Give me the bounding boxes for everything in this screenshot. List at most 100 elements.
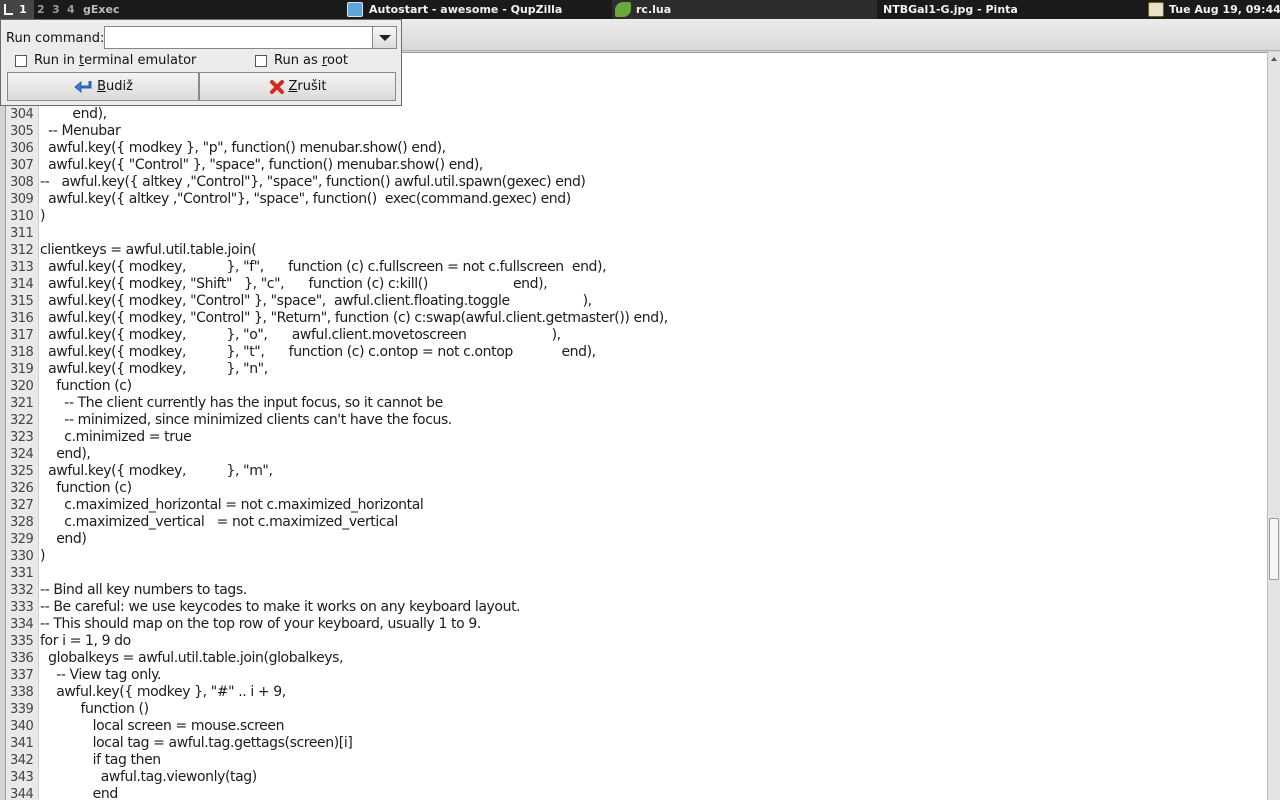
code-line[interactable]: 320 function (c) <box>6 378 1267 395</box>
code-line[interactable]: 308 -- awful.key({ altkey ,"Control"}, "s… <box>6 174 1267 191</box>
terminal-checkbox[interactable] <box>15 55 27 67</box>
line-text[interactable]: end), <box>40 106 107 123</box>
code-line[interactable]: 327 c.maximized_horizontal = not c.maxim… <box>6 497 1267 514</box>
line-text[interactable]: if tag then <box>40 752 162 769</box>
code-editor[interactable]: 304 end), 305 -- Menubar 306 awful.key({ m… <box>5 52 1267 800</box>
code-line[interactable]: 312 clientkeys = awful.util.table.join( <box>6 242 1267 259</box>
code-line[interactable]: 318 awful.key({ modkey, }, "t", function… <box>6 344 1267 361</box>
line-text[interactable]: clientkeys = awful.util.table.join( <box>40 242 257 259</box>
code-line[interactable]: 321 -- The client currently has the inpu… <box>6 395 1267 412</box>
code-line[interactable]: 306 awful.key({ modkey }, "p", function(… <box>6 140 1267 157</box>
line-text[interactable]: -- minimized, since minimized clients ca… <box>40 412 452 429</box>
line-text[interactable]: -- View tag only. <box>40 667 161 684</box>
line-text[interactable]: awful.key({ modkey, }, "n", <box>40 361 268 378</box>
line-text[interactable]: awful.key({ "Control" }, "space", functi… <box>40 157 483 174</box>
code-line[interactable]: 328 c.maximized_vertical = not c.maximiz… <box>6 514 1267 531</box>
line-text[interactable]: local tag = awful.tag.gettags(screen)[i] <box>40 735 353 752</box>
clock[interactable]: Tue Aug 19, 09:44 <box>1169 0 1280 19</box>
code-line[interactable]: 344 end <box>6 786 1267 800</box>
code-line[interactable]: 329 end) <box>6 531 1267 548</box>
line-text[interactable]: globalkeys = awful.util.table.join(globa… <box>40 650 343 667</box>
code-line[interactable]: 342 if tag then <box>6 752 1267 769</box>
code-line[interactable]: 339 function () <box>6 701 1267 718</box>
code-line[interactable]: 343 awful.tag.viewonly(tag) <box>6 769 1267 786</box>
line-text[interactable]: c.minimized = true <box>40 429 191 446</box>
code-line[interactable]: 314 awful.key({ modkey, "Shift" }, "c", … <box>6 276 1267 293</box>
line-text[interactable]: awful.key({ modkey, }, "o", awful.client… <box>40 327 561 344</box>
code-line[interactable]: 304 end), <box>6 106 1267 123</box>
line-text[interactable]: local screen = mouse.screen <box>40 718 285 735</box>
line-text[interactable]: -- This should map on the top row of you… <box>40 616 481 633</box>
line-text[interactable]: awful.key({ modkey, }, "m", <box>40 463 273 480</box>
line-text[interactable]: end <box>40 786 119 800</box>
code-line[interactable]: 333 -- Be careful: we use keycodes to mak… <box>6 599 1267 616</box>
task-qupzilla[interactable]: Autostart - awesome - QupZilla <box>345 0 610 19</box>
code-line[interactable]: 319 awful.key({ modkey, }, "n", <box>6 361 1267 378</box>
line-text[interactable]: -- awful.key({ altkey ,"Control"}, "spac… <box>40 174 586 191</box>
task-rc-lua[interactable]: rc.lua <box>612 0 877 19</box>
code-line[interactable]: 315 awful.key({ modkey, "Control" }, "sp… <box>6 293 1267 310</box>
code-line[interactable]: 330) <box>6 548 1267 565</box>
line-text[interactable]: -- Menubar <box>40 123 121 140</box>
code-line[interactable]: 337 -- View tag only. <box>6 667 1267 684</box>
line-text[interactable]: awful.key({ altkey ,"Control"}, "space",… <box>40 191 571 208</box>
line-text[interactable]: awful.key({ modkey }, "p", function() me… <box>40 140 446 157</box>
code-line[interactable]: 338 awful.key({ modkey }, "#" .. i + 9, <box>6 684 1267 701</box>
code-line[interactable]: 336 globalkeys = awful.util.table.join(g… <box>6 650 1267 667</box>
terminal-checkbox-label[interactable]: Run in terminal emulator <box>34 53 196 68</box>
code-line[interactable]: 323 c.minimized = true <box>6 429 1267 446</box>
cancel-button[interactable]: Zrušit <box>199 72 396 101</box>
line-text[interactable]: ) <box>40 548 45 565</box>
root-checkbox[interactable] <box>255 55 267 67</box>
line-text[interactable]: end), <box>40 446 91 463</box>
line-text[interactable]: awful.key({ modkey, "Control" }, "Return… <box>40 310 668 327</box>
code-line[interactable]: 340 local screen = mouse.screen <box>6 718 1267 735</box>
line-text[interactable]: for i = 1, 9 do <box>40 633 131 650</box>
code-line[interactable]: 316 awful.key({ modkey, "Control" }, "Re… <box>6 310 1267 327</box>
line-text[interactable]: function (c) <box>40 480 132 497</box>
line-text[interactable]: ) <box>40 208 45 225</box>
line-text[interactable]: function () <box>40 701 150 718</box>
tag-2[interactable]: 2 <box>37 0 47 19</box>
line-text[interactable]: function (c) <box>40 378 132 395</box>
code-line[interactable]: 313 awful.key({ modkey, }, "f", function… <box>6 259 1267 276</box>
pinta-icon[interactable] <box>1148 2 1164 17</box>
line-text[interactable]: awful.key({ modkey, "Control" }, "space"… <box>40 293 592 310</box>
ok-button[interactable]: Budiž <box>7 72 199 101</box>
line-text[interactable]: -- Be careful: we use keycodes to make i… <box>40 599 521 616</box>
line-text[interactable]: awful.key({ modkey }, "#" .. i + 9, <box>40 684 286 701</box>
code-line[interactable]: 326 function (c) <box>6 480 1267 497</box>
line-text[interactable]: awful.key({ modkey, }, "f", function (c)… <box>40 259 606 276</box>
vertical-scrollbar[interactable] <box>1267 52 1280 800</box>
tag-4[interactable]: 4 <box>67 0 77 19</box>
line-text[interactable]: c.maximized_vertical = not c.maximized_v… <box>40 514 398 531</box>
code-line[interactable]: 322 -- minimized, since minimized client… <box>6 412 1267 429</box>
root-checkbox-label[interactable]: Run as root <box>274 53 348 68</box>
tag-3[interactable]: 3 <box>52 0 62 19</box>
code-line[interactable]: 341 local tag = awful.tag.gettags(screen… <box>6 735 1267 752</box>
line-text[interactable]: end) <box>40 531 87 548</box>
line-text[interactable]: c.maximized_horizontal = not c.maximized… <box>40 497 424 514</box>
code-line[interactable]: 310) <box>6 208 1267 225</box>
code-line[interactable]: 332 -- Bind all key numbers to tags. <box>6 582 1267 599</box>
tag-1[interactable]: 1 <box>0 0 34 19</box>
line-text[interactable]: awful.key({ modkey, }, "t", function (c)… <box>40 344 596 361</box>
code-line[interactable]: 309 awful.key({ altkey ,"Control"}, "spa… <box>6 191 1267 208</box>
code-line[interactable]: 331 <box>6 565 1267 582</box>
line-text[interactable]: awful.tag.viewonly(tag) <box>40 769 258 786</box>
code-line[interactable]: 335 for i = 1, 9 do <box>6 633 1267 650</box>
code-line[interactable]: 305 -- Menubar <box>6 123 1267 140</box>
code-line[interactable]: 307 awful.key({ "Control" }, "space", fu… <box>6 157 1267 174</box>
task-pinta[interactable]: NTBGal1-G.jpg - Pinta <box>879 0 1144 19</box>
code-line[interactable]: 324 end), <box>6 446 1267 463</box>
command-input[interactable] <box>104 26 373 49</box>
line-text[interactable]: -- Bind all key numbers to tags. <box>40 582 247 599</box>
scrollbar-thumb[interactable] <box>1269 518 1279 580</box>
code-line[interactable]: 317 awful.key({ modkey, }, "o", awful.cl… <box>6 327 1267 344</box>
code-line[interactable]: 311 <box>6 225 1267 242</box>
scroll-up-arrow-icon[interactable] <box>1268 52 1280 66</box>
code-line[interactable]: 334 -- This should map on the top row of … <box>6 616 1267 633</box>
code-line[interactable]: 325 awful.key({ modkey, }, "m", <box>6 463 1267 480</box>
line-text[interactable]: -- The client currently has the input fo… <box>40 395 443 412</box>
line-text[interactable]: awful.key({ modkey, "Shift" }, "c", func… <box>40 276 548 293</box>
